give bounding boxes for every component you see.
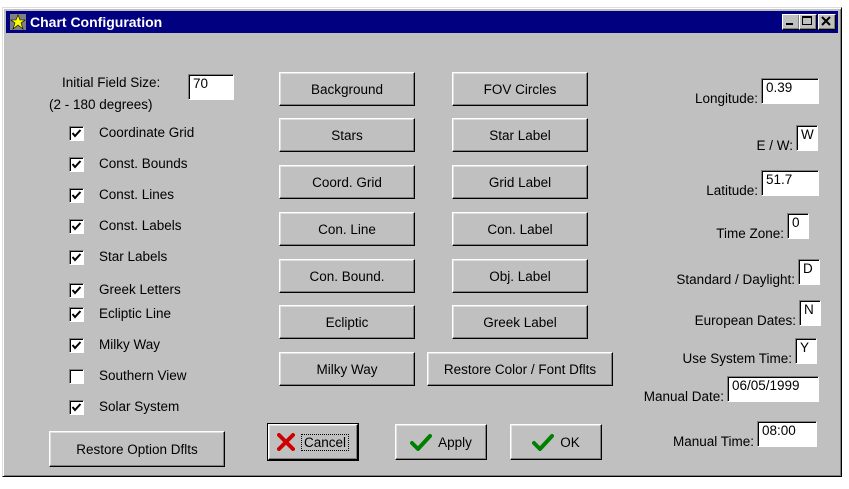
color-left-button-3[interactable]: Coord. Grid bbox=[279, 165, 415, 199]
setting-label-5: Standard / Daylight: bbox=[676, 272, 795, 287]
green-check-icon bbox=[410, 433, 433, 451]
option-label: Greek Letters bbox=[99, 282, 181, 297]
option-label: Solar System bbox=[99, 399, 180, 414]
color-left-button-5[interactable]: Con. Bound. bbox=[279, 259, 415, 293]
color-left-button-7[interactable]: Milky Way bbox=[279, 352, 415, 386]
color-left-button-1[interactable]: Background bbox=[279, 72, 415, 106]
checkbox[interactable] bbox=[69, 283, 84, 298]
restore-option-defaults-button[interactable]: Restore Option Dflts bbox=[49, 431, 225, 467]
field-size-label: Initial Field Size: bbox=[62, 75, 161, 90]
checkbox[interactable] bbox=[69, 250, 84, 265]
setting-input-8[interactable]: 06/05/1999 bbox=[727, 376, 819, 402]
red-x-icon bbox=[276, 433, 295, 451]
option-label: Southern View bbox=[99, 368, 187, 383]
setting-input-3[interactable]: 51.7 bbox=[761, 170, 819, 196]
color-left-button-2[interactable]: Stars bbox=[279, 118, 415, 152]
setting-label-9: Manual Time: bbox=[672, 434, 754, 449]
setting-input-2[interactable]: W bbox=[796, 125, 818, 151]
color-left-button-4[interactable]: Con. Line bbox=[279, 212, 415, 246]
setting-label-1: Longitude: bbox=[694, 91, 758, 106]
apply-label: Apply bbox=[438, 434, 472, 450]
setting-label-2: E / W: bbox=[756, 138, 793, 153]
setting-label-7: Use System Time: bbox=[682, 351, 792, 366]
green-check-icon bbox=[532, 433, 555, 451]
setting-input-7[interactable]: Y bbox=[795, 338, 817, 364]
apply-button[interactable]: Apply bbox=[395, 424, 487, 460]
checkbox[interactable] bbox=[69, 338, 84, 353]
cancel-label: Cancel bbox=[300, 433, 350, 451]
color-right-button-5[interactable]: Obj. Label bbox=[452, 259, 588, 293]
checkbox[interactable] bbox=[69, 307, 84, 322]
cancel-button[interactable]: Cancel bbox=[267, 423, 359, 461]
color-right-button-6[interactable]: Greek Label bbox=[452, 305, 588, 339]
setting-input-1[interactable]: 0.39 bbox=[761, 78, 819, 104]
chart-configuration-window: Chart Configuration Initial Field Size: … bbox=[2, 7, 842, 477]
dialog-body: Initial Field Size: (2 - 180 degrees) 70… bbox=[3, 8, 841, 476]
checkbox[interactable] bbox=[69, 400, 84, 415]
ok-label: OK bbox=[560, 434, 580, 450]
color-right-button-3[interactable]: Grid Label bbox=[452, 165, 588, 199]
option-label: Const. Lines bbox=[99, 187, 175, 202]
checkbox[interactable] bbox=[69, 157, 84, 172]
field-size-input[interactable]: 70 bbox=[188, 74, 234, 100]
checkbox[interactable] bbox=[69, 188, 84, 203]
color-right-button-4[interactable]: Con. Label bbox=[452, 212, 588, 246]
checkbox[interactable] bbox=[69, 126, 84, 141]
setting-input-4[interactable]: 0 bbox=[787, 213, 809, 239]
option-label: Coordinate Grid bbox=[99, 125, 195, 140]
setting-label-3: Latitude: bbox=[706, 183, 758, 198]
setting-input-5[interactable]: D bbox=[798, 259, 820, 285]
option-label: Star Labels bbox=[99, 249, 168, 264]
color-right-button-1[interactable]: FOV Circles bbox=[452, 72, 588, 106]
option-label: Const. Labels bbox=[99, 218, 182, 233]
option-label: Ecliptic Line bbox=[99, 306, 172, 321]
option-label: Const. Bounds bbox=[99, 156, 188, 171]
ok-button[interactable]: OK bbox=[510, 424, 602, 460]
color-left-button-6[interactable]: Ecliptic bbox=[279, 305, 415, 339]
checkbox[interactable] bbox=[69, 219, 84, 234]
color-right-button-7[interactable]: Restore Color / Font Dflts bbox=[427, 352, 613, 386]
field-size-range-label: (2 - 180 degrees) bbox=[49, 97, 153, 112]
setting-input-6[interactable]: N bbox=[799, 300, 821, 326]
option-label: Milky Way bbox=[99, 337, 160, 352]
color-right-button-2[interactable]: Star Label bbox=[452, 118, 588, 152]
setting-label-6: European Dates: bbox=[694, 313, 796, 328]
setting-label-8: Manual Date: bbox=[643, 389, 724, 404]
setting-input-9[interactable]: 08:00 bbox=[757, 421, 817, 447]
checkbox[interactable] bbox=[69, 369, 84, 384]
setting-label-4: Time Zone: bbox=[716, 226, 784, 241]
